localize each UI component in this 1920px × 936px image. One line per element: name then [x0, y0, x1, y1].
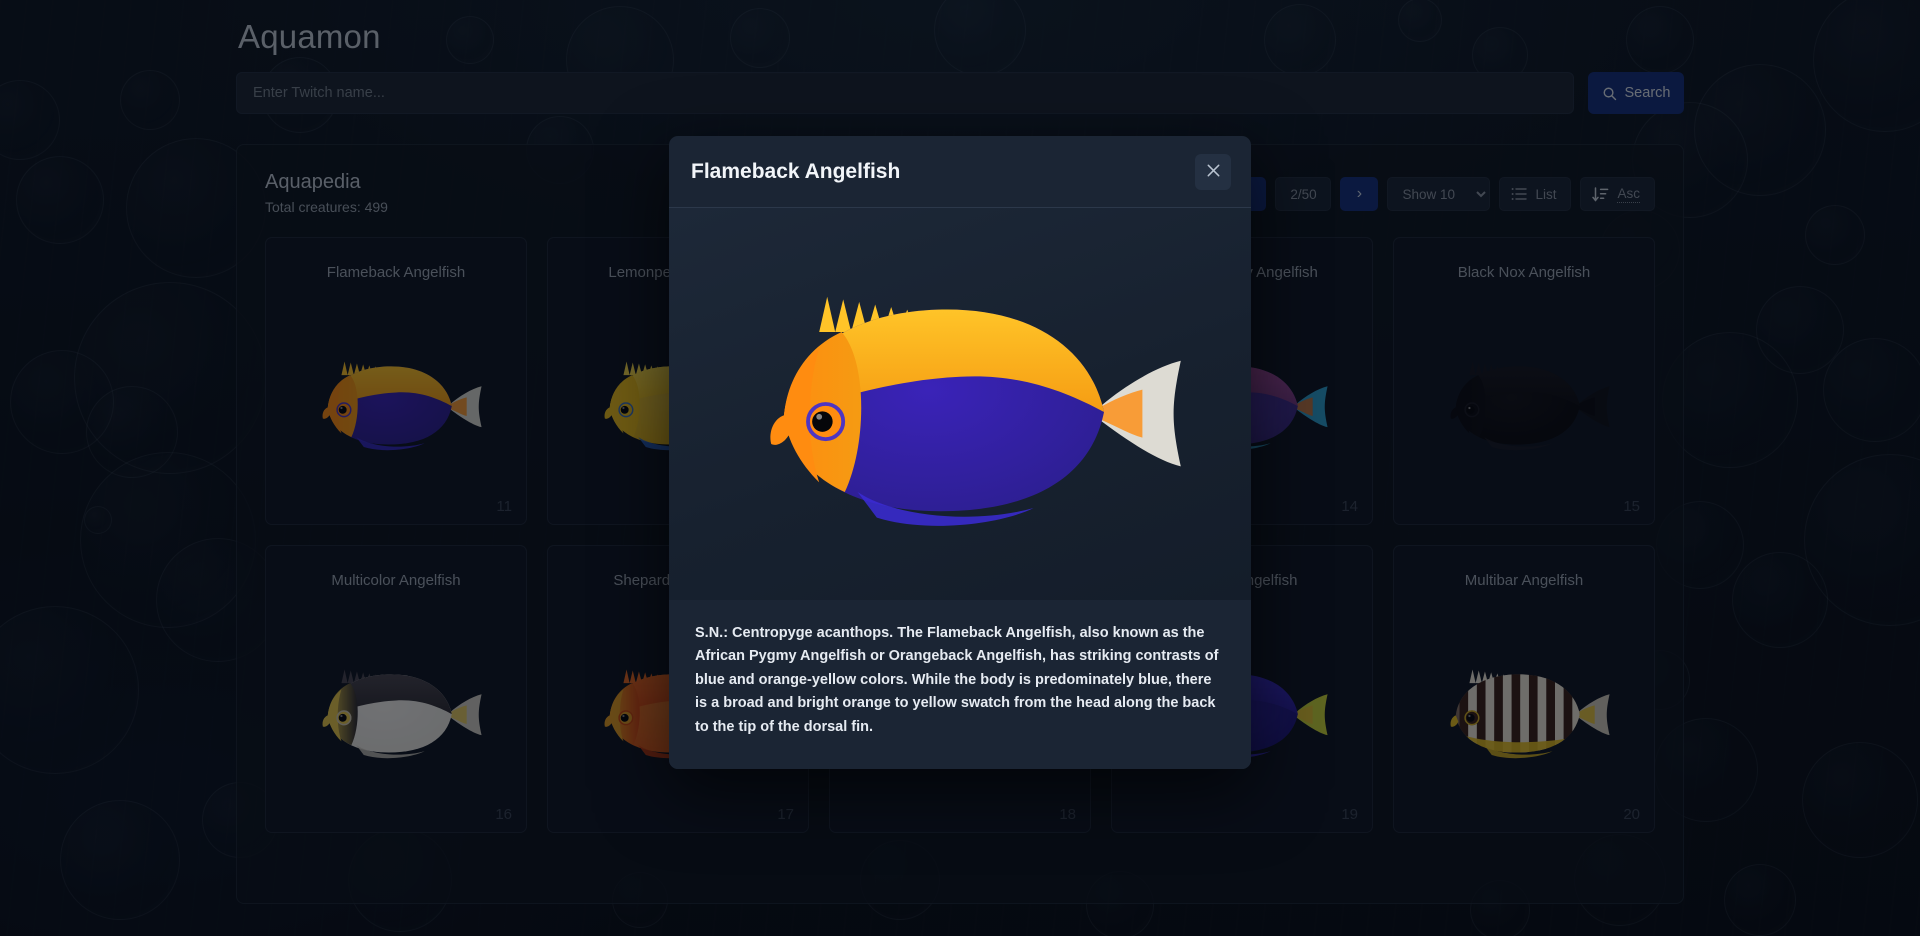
modal-title: Flameback Angelfish: [691, 159, 901, 183]
modal-overlay[interactable]: Flameback Angelfish S.N.: Centropyge aca…: [0, 0, 1920, 936]
modal-creature-image: [669, 208, 1251, 600]
close-icon: [1205, 162, 1222, 182]
modal-header: Flameback Angelfish: [669, 136, 1251, 208]
close-button[interactable]: [1195, 153, 1231, 190]
modal-body: S.N.: Centropyge acanthops. The Flamebac…: [669, 600, 1251, 770]
modal-description: S.N.: Centropyge acanthops. The Flamebac…: [695, 625, 1219, 735]
creature-detail-modal: Flameback Angelfish S.N.: Centropyge aca…: [669, 136, 1251, 770]
